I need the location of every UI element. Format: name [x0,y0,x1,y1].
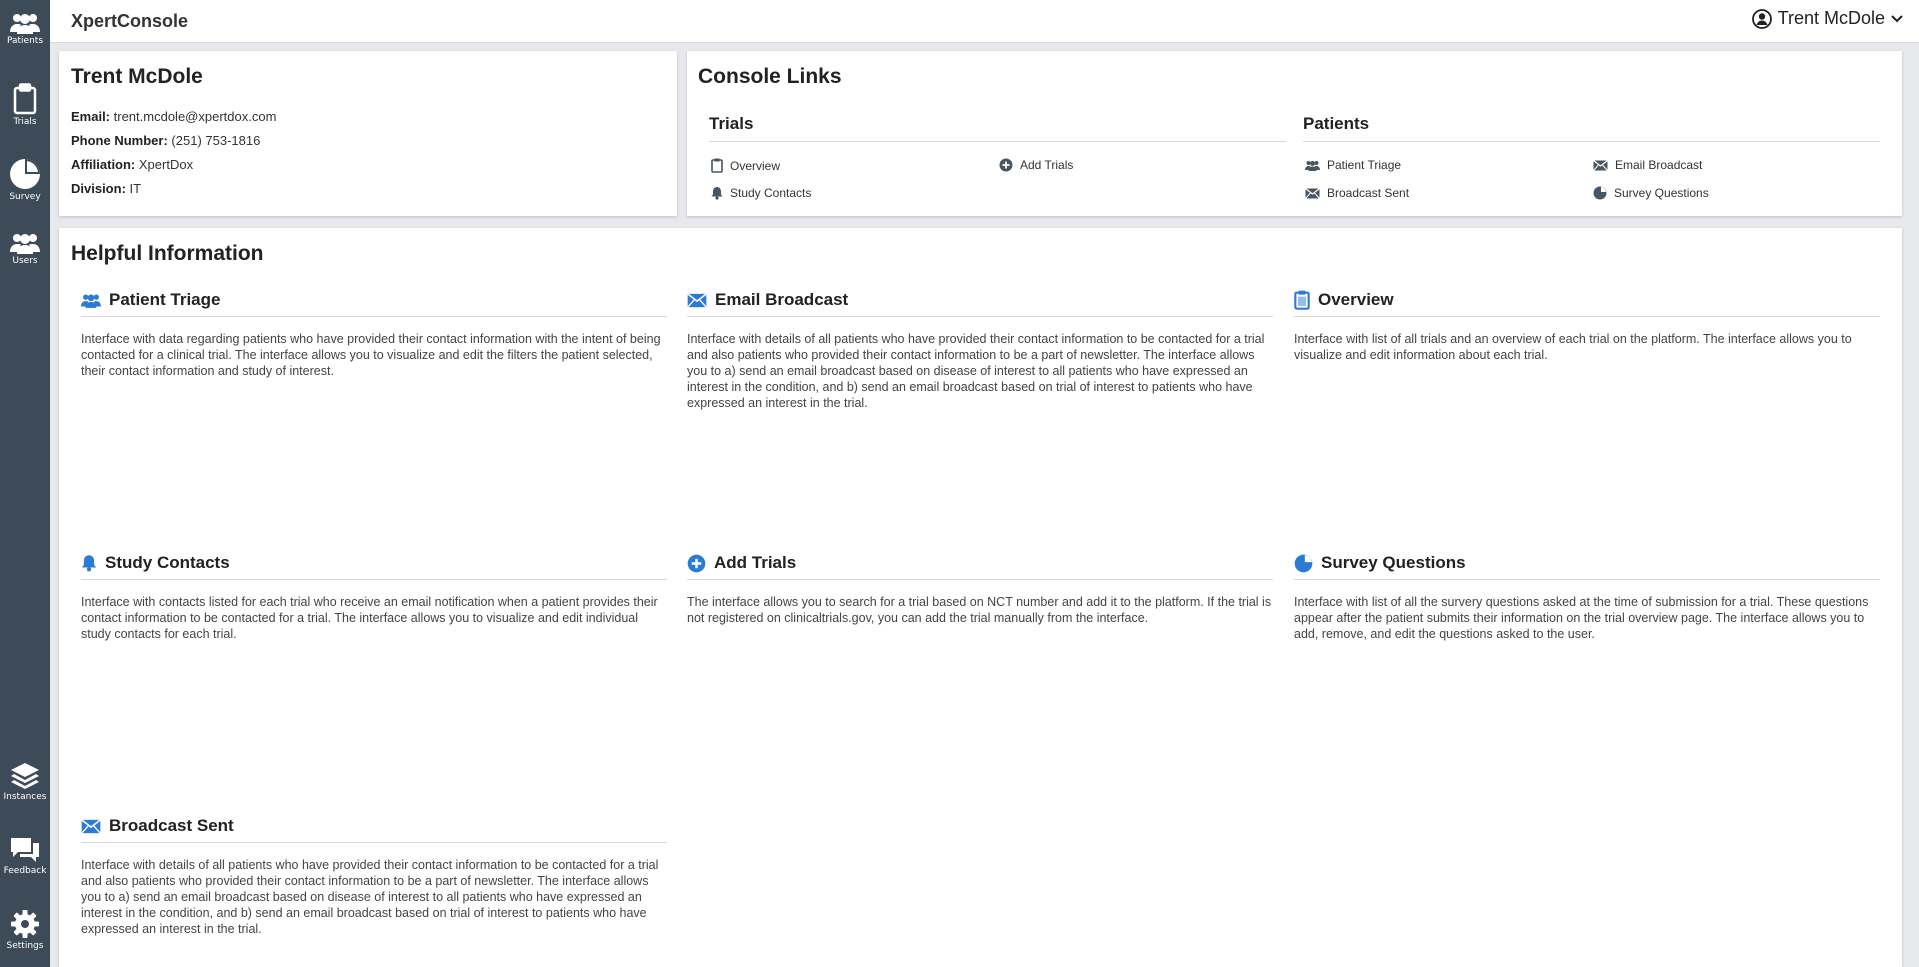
phone-label: Phone Number: [71,133,168,148]
clipboard-icon [711,158,723,173]
sidebar-item-users[interactable]: Users [0,232,50,266]
profile-phone: Phone Number: (251) 753-1816 [71,129,665,153]
top-bar: XpertConsole Trent McDole [50,0,1919,43]
help-item-title: Broadcast Sent [109,816,234,835]
help-item-title: Add Trials [714,553,797,572]
help-item-text: Interface with details of all patients w… [81,858,659,936]
plus-circle-icon [687,554,706,572]
help-item-text: Interface with list of all the survery q… [1294,595,1869,641]
sidebar-item-instances[interactable]: Instances [0,762,50,802]
sidebar-item-label: Survey [9,192,41,202]
clipboard-icon [1294,290,1310,310]
chat-icon [11,838,39,862]
link-label: Overview [730,158,781,173]
link-overview[interactable]: Overview [711,158,780,173]
help-item-title: Email Broadcast [715,290,849,309]
sidebar-item-settings[interactable]: Settings [0,909,50,951]
pie-chart-icon [1593,186,1607,200]
link-label: Add Trials [1020,158,1074,172]
envelope-icon [687,292,707,308]
profile-division: Division: IT [71,177,665,201]
email-value: trent.mcdole@xpertdox.com [113,109,277,124]
help-item-title: Survey Questions [1321,553,1466,572]
console-links-title: Console Links [698,65,842,88]
help-item-text: Interface with data regarding patients w… [81,332,661,378]
gear-icon [11,910,39,938]
help-item-text: The interface allows you to search for a… [687,595,1272,625]
patients-group-title: Patients [1303,114,1880,142]
pie-chart-icon [1294,554,1313,572]
sidebar-item-label: Settings [6,941,44,951]
bell-icon [81,555,97,572]
help-item-text: Interface with contacts listed for each … [81,595,658,641]
help-item-broadcast-sent: Broadcast Sent Interface with details of… [81,816,667,937]
email-label: Email: [71,109,111,124]
profile-name: Trent McDole [71,65,203,88]
patients-links-group: Patients Patient Triage Email Broadcast … [1303,114,1880,200]
division-value: IT [129,181,142,196]
help-item-title: Overview [1318,290,1394,309]
help-item-add-trials: Add Trials The interface allows you to s… [687,553,1273,626]
help-item-survey-questions: Survey Questions Interface with list of … [1294,553,1880,642]
link-add-trials[interactable]: Add Trials [999,158,1073,172]
brand-title: XpertConsole [71,11,189,31]
sidebar-item-feedback[interactable]: Feedback [0,836,50,876]
users-icon [81,294,101,308]
user-menu[interactable]: Trent McDole [1751,8,1903,29]
link-label: Patient Triage [1327,158,1402,172]
link-label: Email Broadcast [1615,158,1703,172]
layers-icon [11,763,39,789]
sidebar-item-label: Instances [3,792,47,802]
link-patient-triage[interactable]: Patient Triage [1305,158,1401,172]
console-links-card: Console Links Trials Overview Add Trials… [687,51,1902,216]
users-icon [10,14,40,34]
profile-email: Email: trent.mcdole@xpertdox.com [71,105,665,129]
help-item-email-broadcast: Email Broadcast Interface with details o… [687,290,1273,411]
phone-value: (251) 753-1816 [171,133,261,148]
sidebar: Patients Trials Survey Users Instances F… [0,0,50,967]
link-label: Broadcast Sent [1327,186,1410,200]
sidebar-item-patients[interactable]: Patients [0,12,50,46]
help-item-study-contacts: Study Contacts Interface with contacts l… [81,553,667,642]
link-survey-questions[interactable]: Survey Questions [1593,186,1709,200]
help-item-title: Study Contacts [105,553,230,572]
link-broadcast-sent[interactable]: Broadcast Sent [1305,186,1409,200]
link-label: Survey Questions [1614,186,1709,200]
link-study-contacts[interactable]: Study Contacts [711,186,811,200]
helpful-information-title: Helpful Information [71,242,264,265]
plus-circle-icon [999,158,1013,172]
profile-card: Trent McDole Email: trent.mcdole@xpertdo… [59,51,677,216]
affiliation-value: XpertDox [138,157,194,172]
users-icon [1305,160,1320,171]
help-item-patient-triage: Patient Triage Interface with data regar… [81,290,667,379]
envelope-icon [1593,159,1608,171]
chevron-down-icon [1891,14,1903,22]
bell-icon [711,187,723,200]
users-icon [10,234,40,254]
envelope-icon [81,818,101,834]
user-circle-icon [1751,8,1772,29]
affiliation-label: Affiliation: [71,157,136,172]
sidebar-item-label: Trials [13,117,37,127]
sidebar-item-label: Feedback [3,866,47,876]
pie-chart-icon [10,159,40,189]
division-label: Division: [71,181,126,196]
link-label: Study Contacts [730,186,812,200]
clipboard-icon [13,83,37,115]
sidebar-item-label: Patients [6,36,44,46]
helpful-information-card: Helpful Information Patient Triage Inter… [59,228,1902,967]
sidebar-item-trials[interactable]: Trials [0,83,50,127]
trials-links-group: Trials Overview Add Trials Study Contact… [709,114,1286,200]
sidebar-item-survey[interactable]: Survey [0,158,50,202]
trials-group-title: Trials [709,114,1286,142]
help-item-overview: Overview Interface with list of all tria… [1294,290,1880,363]
help-item-text: Interface with list of all trials and an… [1294,332,1852,362]
envelope-icon [1305,187,1320,199]
sidebar-item-label: Users [12,256,38,266]
link-email-broadcast[interactable]: Email Broadcast [1593,158,1702,172]
user-name: Trent McDole [1777,8,1885,28]
help-item-text: Interface with details of all patients w… [687,332,1265,410]
help-item-title: Patient Triage [109,290,221,309]
profile-affiliation: Affiliation: XpertDox [71,153,665,177]
